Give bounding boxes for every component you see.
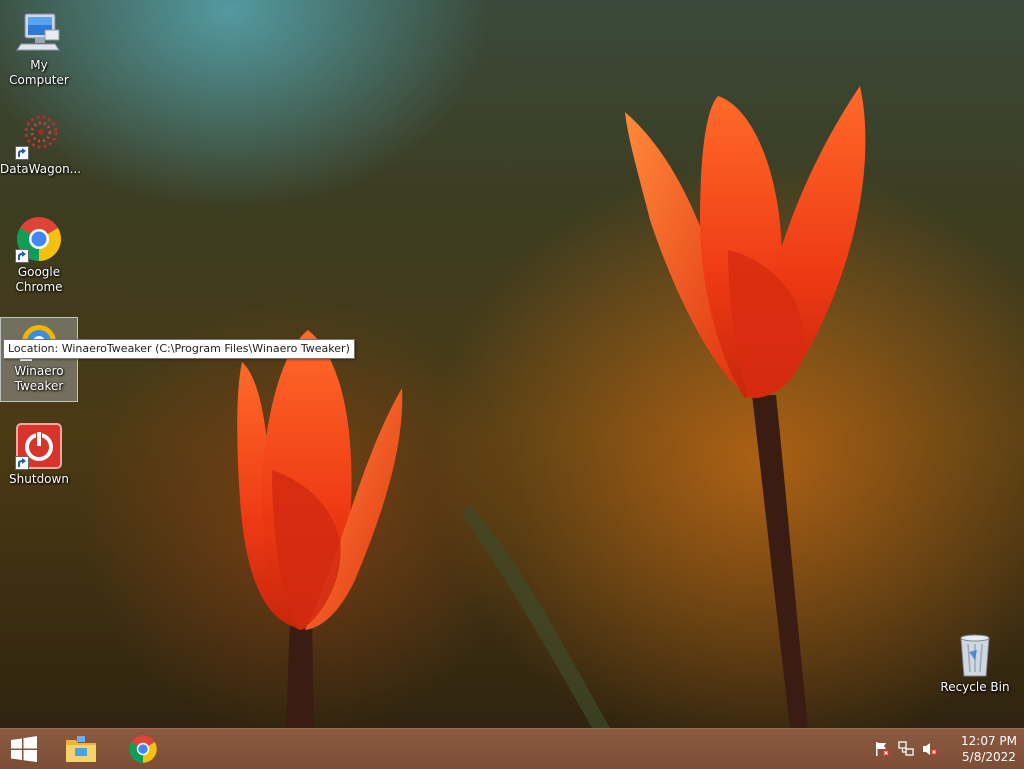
action-center-flag-icon[interactable] bbox=[874, 741, 890, 757]
desktop-icon-label: Recycle Bin bbox=[940, 680, 1010, 694]
taskbar-file-explorer-button[interactable] bbox=[53, 729, 109, 769]
location-tooltip: Location: WinaeroTweaker (C:\Program Fil… bbox=[3, 339, 355, 359]
file-explorer-icon bbox=[66, 736, 96, 762]
desktop-icon-recycle-bin[interactable]: Recycle Bin bbox=[936, 630, 1014, 695]
desktop-icon-google-chrome[interactable]: Google Chrome bbox=[0, 215, 78, 295]
shortcut-arrow-icon bbox=[15, 456, 29, 470]
chrome-icon bbox=[129, 735, 157, 763]
chrome-icon bbox=[15, 215, 63, 263]
desktop-icon-label: Shutdown bbox=[9, 472, 69, 486]
start-button[interactable] bbox=[0, 729, 48, 769]
desktop-icon-my-computer[interactable]: My Computer bbox=[0, 8, 78, 88]
desktop-icon-datawagon[interactable]: DataWagon... bbox=[0, 112, 82, 177]
computer-icon bbox=[15, 8, 63, 56]
clock-date: 5/8/2022 bbox=[962, 750, 1016, 764]
desktop-icon-label: My Computer bbox=[9, 58, 69, 87]
recycle-bin-icon bbox=[951, 630, 999, 678]
clock-time: 12:07 PM bbox=[961, 734, 1017, 748]
desktop-icon-label: Google Chrome bbox=[15, 265, 63, 294]
power-icon bbox=[15, 422, 63, 470]
taskbar-chrome-button[interactable] bbox=[115, 729, 171, 769]
desktop-icon-winaero-tweaker[interactable]: Winaero Tweaker bbox=[0, 317, 78, 402]
volume-muted-icon[interactable] bbox=[922, 741, 938, 757]
datawagon-icon bbox=[15, 112, 63, 160]
desktop-icon-shutdown[interactable]: Shutdown bbox=[0, 422, 78, 487]
network-icon[interactable] bbox=[898, 741, 914, 757]
shortcut-arrow-icon bbox=[15, 249, 29, 263]
taskbar-clock[interactable]: 12:07 PM 5/8/2022 bbox=[954, 729, 1024, 769]
desktop-icon-label: Winaero Tweaker bbox=[14, 364, 64, 393]
windows-logo-icon bbox=[11, 736, 37, 762]
taskbar: 12:07 PM 5/8/2022 bbox=[0, 728, 1024, 769]
desktop-icon-label: DataWagon... bbox=[0, 162, 82, 176]
shortcut-arrow-icon bbox=[15, 146, 29, 160]
desktop-wallpaper bbox=[0, 0, 1024, 728]
